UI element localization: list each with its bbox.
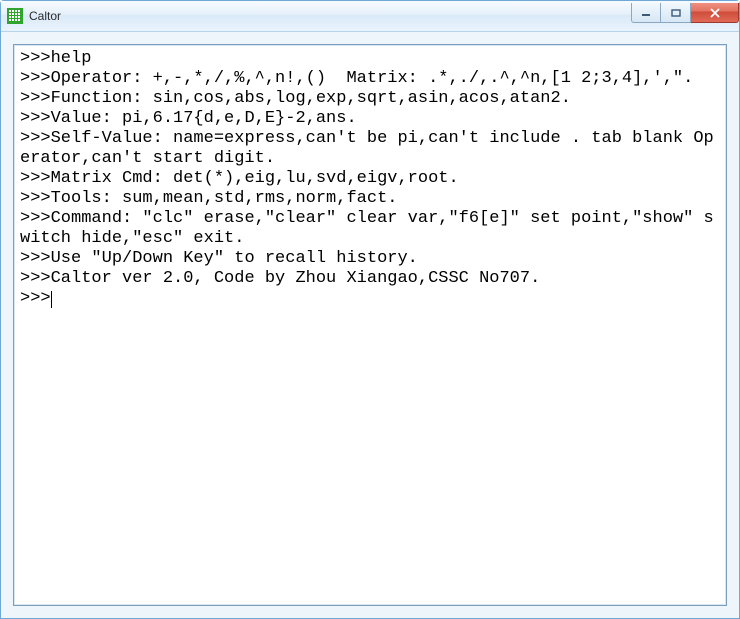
console-frame: >>>help >>>Operator: +,-,*,/,%,^,n!,() M… [13,44,727,606]
maximize-button[interactable] [661,3,691,23]
client-area: >>>help >>>Operator: +,-,*,/,%,^,n!,() M… [1,32,739,618]
app-grid-icon [7,8,23,24]
window-title: Caltor [29,9,631,23]
window-controls [631,3,739,23]
console-input[interactable]: >>>help >>>Operator: +,-,*,/,%,^,n!,() M… [20,49,720,601]
title-bar[interactable]: Caltor [1,1,739,32]
caltor-window: Caltor >>>help >>>Operator: +,-,*,/,%,^,… [0,0,740,619]
minimize-button[interactable] [631,3,661,23]
close-button[interactable] [691,3,739,23]
